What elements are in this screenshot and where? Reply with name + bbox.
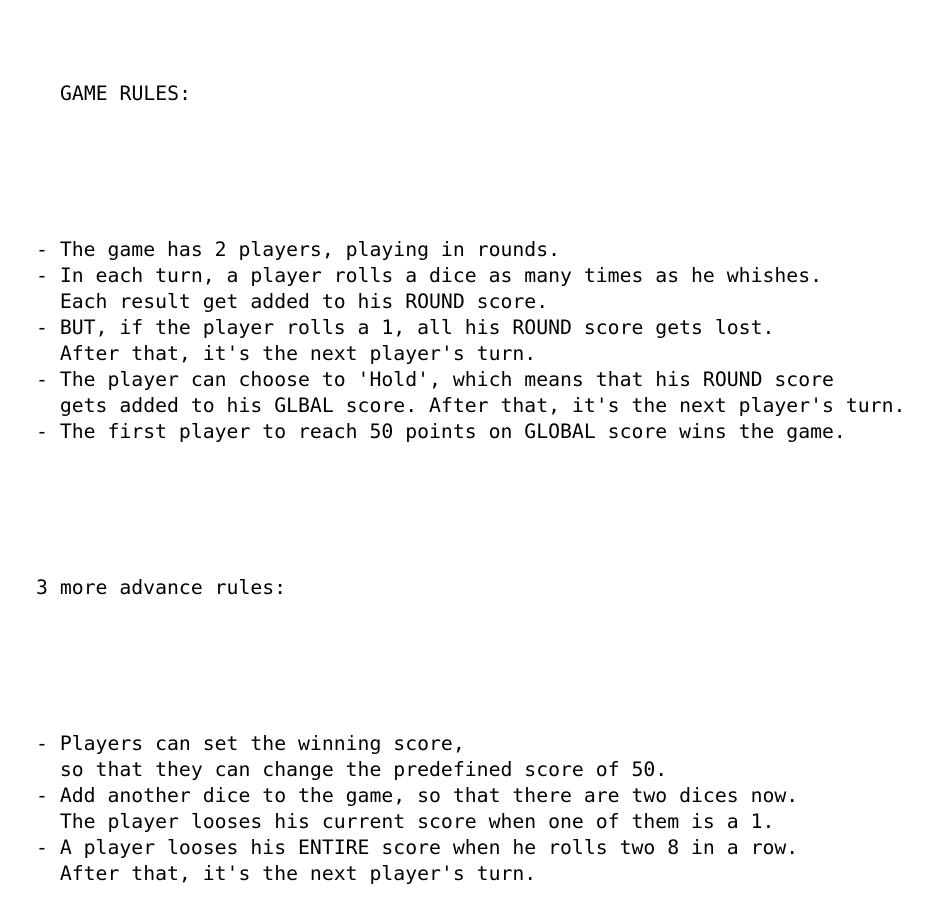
continuation-indent bbox=[36, 810, 60, 833]
rule-line: - The game has 2 players, playing in rou… bbox=[36, 237, 936, 263]
continuation-indent bbox=[36, 394, 60, 417]
rule-line: gets added to his GLBAL score. After tha… bbox=[36, 393, 936, 419]
bullet-dash: - bbox=[36, 784, 60, 807]
continuation-indent bbox=[36, 290, 60, 313]
rule-text: In each turn, a player rolls a dice as m… bbox=[59, 264, 823, 287]
rule-text: The game has 2 players, playing in round… bbox=[59, 238, 561, 261]
continuation-indent bbox=[36, 862, 60, 885]
rule-text: Players can set the winning score, bbox=[59, 732, 465, 755]
rule-text: Each result get added to his ROUND score… bbox=[59, 290, 549, 313]
rule-text: The first player to reach 50 points on G… bbox=[59, 420, 846, 443]
rules-document: GAME RULES: - The game has 2 players, pl… bbox=[36, 29, 936, 913]
advanced-rules-list: - Players can set the winning score, so … bbox=[36, 731, 936, 887]
rule-line: - The first player to reach 50 points on… bbox=[36, 419, 936, 445]
rule-line: The player looses his current score when… bbox=[36, 809, 936, 835]
rule-line: - A player looses his ENTIRE score when … bbox=[36, 835, 936, 861]
rule-line: Each result get added to his ROUND score… bbox=[36, 289, 936, 315]
rule-text: BUT, if the player rolls a 1, all his RO… bbox=[59, 316, 775, 339]
bullet-dash: - bbox=[36, 836, 60, 859]
rule-line: - Players can set the winning score, bbox=[36, 731, 936, 757]
rule-line: - Add another dice to the game, so that … bbox=[36, 783, 936, 809]
rule-text: After that, it's the next player's turn. bbox=[59, 342, 537, 365]
rule-text: The player looses his current score when… bbox=[59, 810, 775, 833]
continuation-indent bbox=[36, 342, 60, 365]
page-title: GAME RULES: bbox=[60, 82, 192, 105]
advanced-rules-heading: 3 more advance rules: bbox=[36, 576, 287, 599]
rule-line: After that, it's the next player's turn. bbox=[36, 341, 936, 367]
bullet-dash: - bbox=[36, 368, 60, 391]
basic-rules-list: - The game has 2 players, playing in rou… bbox=[36, 237, 936, 445]
rule-text: A player looses his ENTIRE score when he… bbox=[59, 836, 799, 859]
rule-text: gets added to his GLBAL score. After tha… bbox=[59, 394, 906, 417]
bullet-dash: - bbox=[36, 420, 60, 443]
bullet-dash: - bbox=[36, 732, 60, 755]
rule-line: so that they can change the predefined s… bbox=[36, 757, 936, 783]
rule-text: After that, it's the next player's turn. bbox=[59, 862, 537, 885]
continuation-indent bbox=[36, 758, 60, 781]
rule-line: - BUT, if the player rolls a 1, all his … bbox=[36, 315, 936, 341]
rule-line: After that, it's the next player's turn. bbox=[36, 861, 936, 887]
rule-text: so that they can change the predefined s… bbox=[59, 758, 668, 781]
bullet-dash: - bbox=[36, 264, 60, 287]
rule-line: - The player can choose to 'Hold', which… bbox=[36, 367, 936, 393]
bullet-dash: - bbox=[36, 238, 60, 261]
rule-line: - In each turn, a player rolls a dice as… bbox=[36, 263, 936, 289]
rule-text: Add another dice to the game, so that th… bbox=[59, 784, 799, 807]
bullet-dash: - bbox=[36, 316, 60, 339]
rule-text: The player can choose to 'Hold', which m… bbox=[59, 368, 834, 391]
